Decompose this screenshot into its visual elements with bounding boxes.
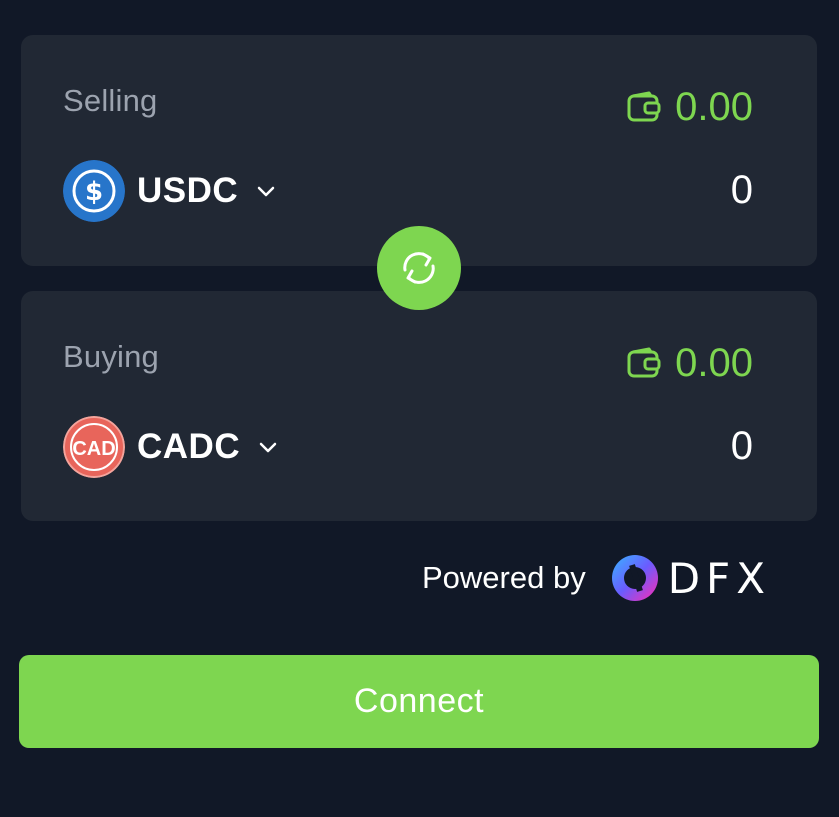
buying-token-name: CADC bbox=[137, 427, 241, 466]
connect-button[interactable]: Connect bbox=[19, 655, 819, 748]
chevron-down-icon bbox=[259, 442, 277, 453]
cadc-icon-text: CAD bbox=[72, 438, 115, 460]
selling-token-selector[interactable]: $ USDC bbox=[63, 160, 276, 222]
wallet-icon bbox=[627, 347, 661, 378]
buying-card: Buying 0.00 CAD CADC 0 bbox=[21, 291, 817, 521]
chevron-down-icon bbox=[257, 186, 275, 197]
selling-token-name: USDC bbox=[137, 171, 239, 210]
dfx-brand-text: DFX bbox=[667, 553, 771, 603]
selling-balance: 0.00 bbox=[627, 85, 753, 129]
dfx-logo[interactable]: DFX bbox=[610, 553, 771, 603]
selling-label: Selling bbox=[63, 83, 158, 118]
buying-label: Buying bbox=[63, 339, 159, 374]
svg-text:$: $ bbox=[85, 177, 103, 207]
dfx-logo-icon bbox=[611, 555, 658, 601]
powered-by-text: Powered by bbox=[422, 560, 586, 595]
buying-token-selector[interactable]: CAD CADC bbox=[63, 416, 278, 478]
powered-by: Powered by DFX bbox=[422, 552, 771, 604]
buying-amount-input[interactable]: 0 bbox=[731, 424, 753, 469]
usdc-icon: $ bbox=[63, 160, 125, 222]
selling-amount-input[interactable]: 0 bbox=[731, 168, 753, 213]
buying-balance: 0.00 bbox=[627, 341, 753, 385]
wallet-icon bbox=[627, 91, 661, 122]
selling-balance-value: 0.00 bbox=[675, 85, 753, 129]
swap-icon bbox=[403, 252, 435, 284]
cadc-icon: CAD bbox=[63, 416, 125, 478]
buying-balance-value: 0.00 bbox=[675, 341, 753, 385]
swap-button[interactable] bbox=[377, 226, 461, 310]
